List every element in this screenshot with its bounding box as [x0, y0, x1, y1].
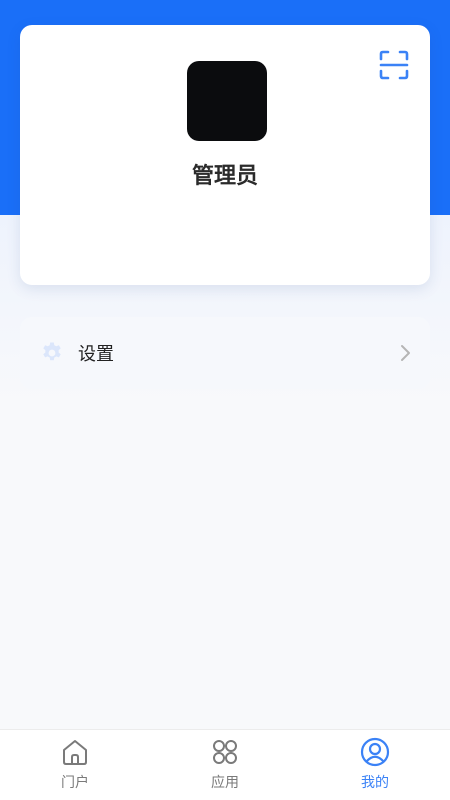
profile-card: 管理员: [20, 25, 430, 285]
apps-icon: [210, 737, 240, 767]
scan-button[interactable]: [376, 47, 412, 83]
tab-label: 门户: [61, 775, 89, 791]
tab-apps[interactable]: 应用: [150, 730, 300, 800]
chevron-right-icon: [398, 343, 412, 363]
settings-menu-item[interactable]: 设置: [20, 317, 430, 389]
home-icon: [60, 737, 90, 767]
scan-icon: [379, 50, 409, 80]
settings-label: 设置: [78, 344, 114, 365]
tab-label: 我的: [361, 775, 389, 791]
user-icon: [360, 737, 390, 767]
tab-mine[interactable]: 我的: [300, 730, 450, 800]
avatar[interactable]: [187, 61, 267, 141]
tab-portal[interactable]: 门户: [0, 730, 150, 800]
tab-label: 应用: [211, 775, 239, 791]
bottom-tab-bar: 门户 应用 我的: [0, 729, 450, 800]
username: 管理员: [191, 164, 258, 189]
gear-icon: [40, 341, 64, 365]
